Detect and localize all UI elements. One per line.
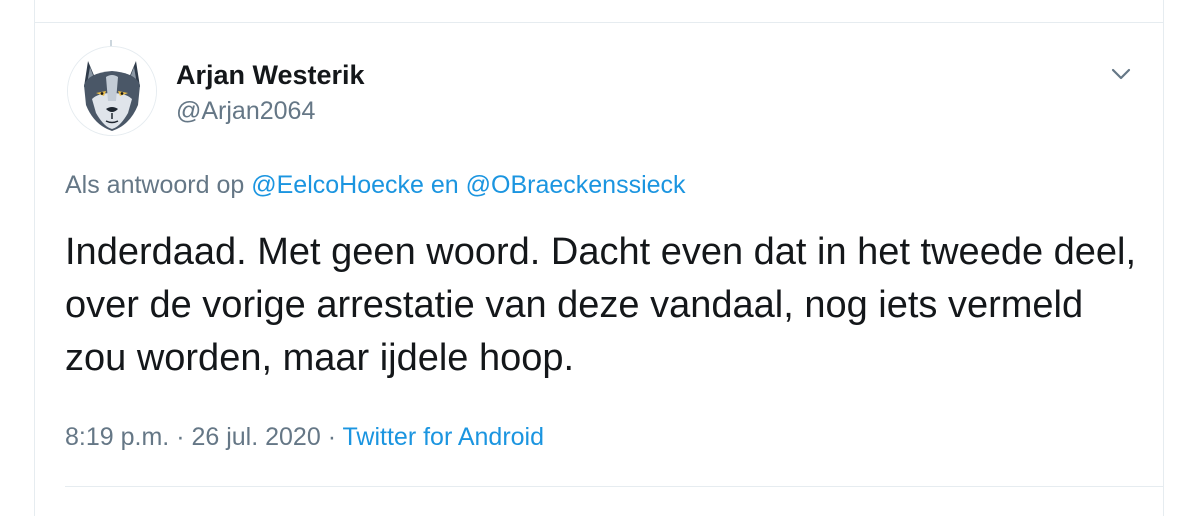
- wolf-avatar-icon: [68, 47, 156, 135]
- author-name[interactable]: Arjan Westerik: [176, 60, 365, 91]
- meta-separator: ·: [176, 423, 185, 451]
- tweet-source-link[interactable]: Twitter for Android: [343, 423, 544, 451]
- tweet-card: Arjan Westerik @Arjan2064 Als antwoord o…: [34, 0, 1164, 516]
- reply-context: Als antwoord op @EelcoHoecke en @OBraeck…: [65, 171, 686, 200]
- tweet-time[interactable]: 8:19 p.m.: [65, 423, 169, 451]
- author-handle[interactable]: @Arjan2064: [176, 97, 315, 126]
- tweet-metadata: 8:19 p.m. · 26 jul. 2020 · Twitter for A…: [65, 423, 544, 452]
- reply-mention-eelcohoecke[interactable]: @EelcoHoecke: [251, 171, 424, 199]
- bottom-divider: [65, 486, 1163, 487]
- tweet-date[interactable]: 26 jul. 2020: [191, 423, 320, 451]
- tweet-menu-button[interactable]: [1107, 60, 1135, 88]
- tweet-text: Inderdaad. Met geen woord. Dacht even da…: [65, 231, 1137, 379]
- reply-mention-obraeckenssieck[interactable]: @OBraeckenssieck: [466, 171, 686, 199]
- chevron-down-icon: [1111, 68, 1131, 80]
- reply-joiner: en: [430, 171, 459, 199]
- meta-separator: ·: [327, 423, 337, 451]
- reply-prefix: Als antwoord op: [65, 171, 245, 199]
- avatar[interactable]: [67, 46, 157, 136]
- top-divider: [35, 22, 1163, 23]
